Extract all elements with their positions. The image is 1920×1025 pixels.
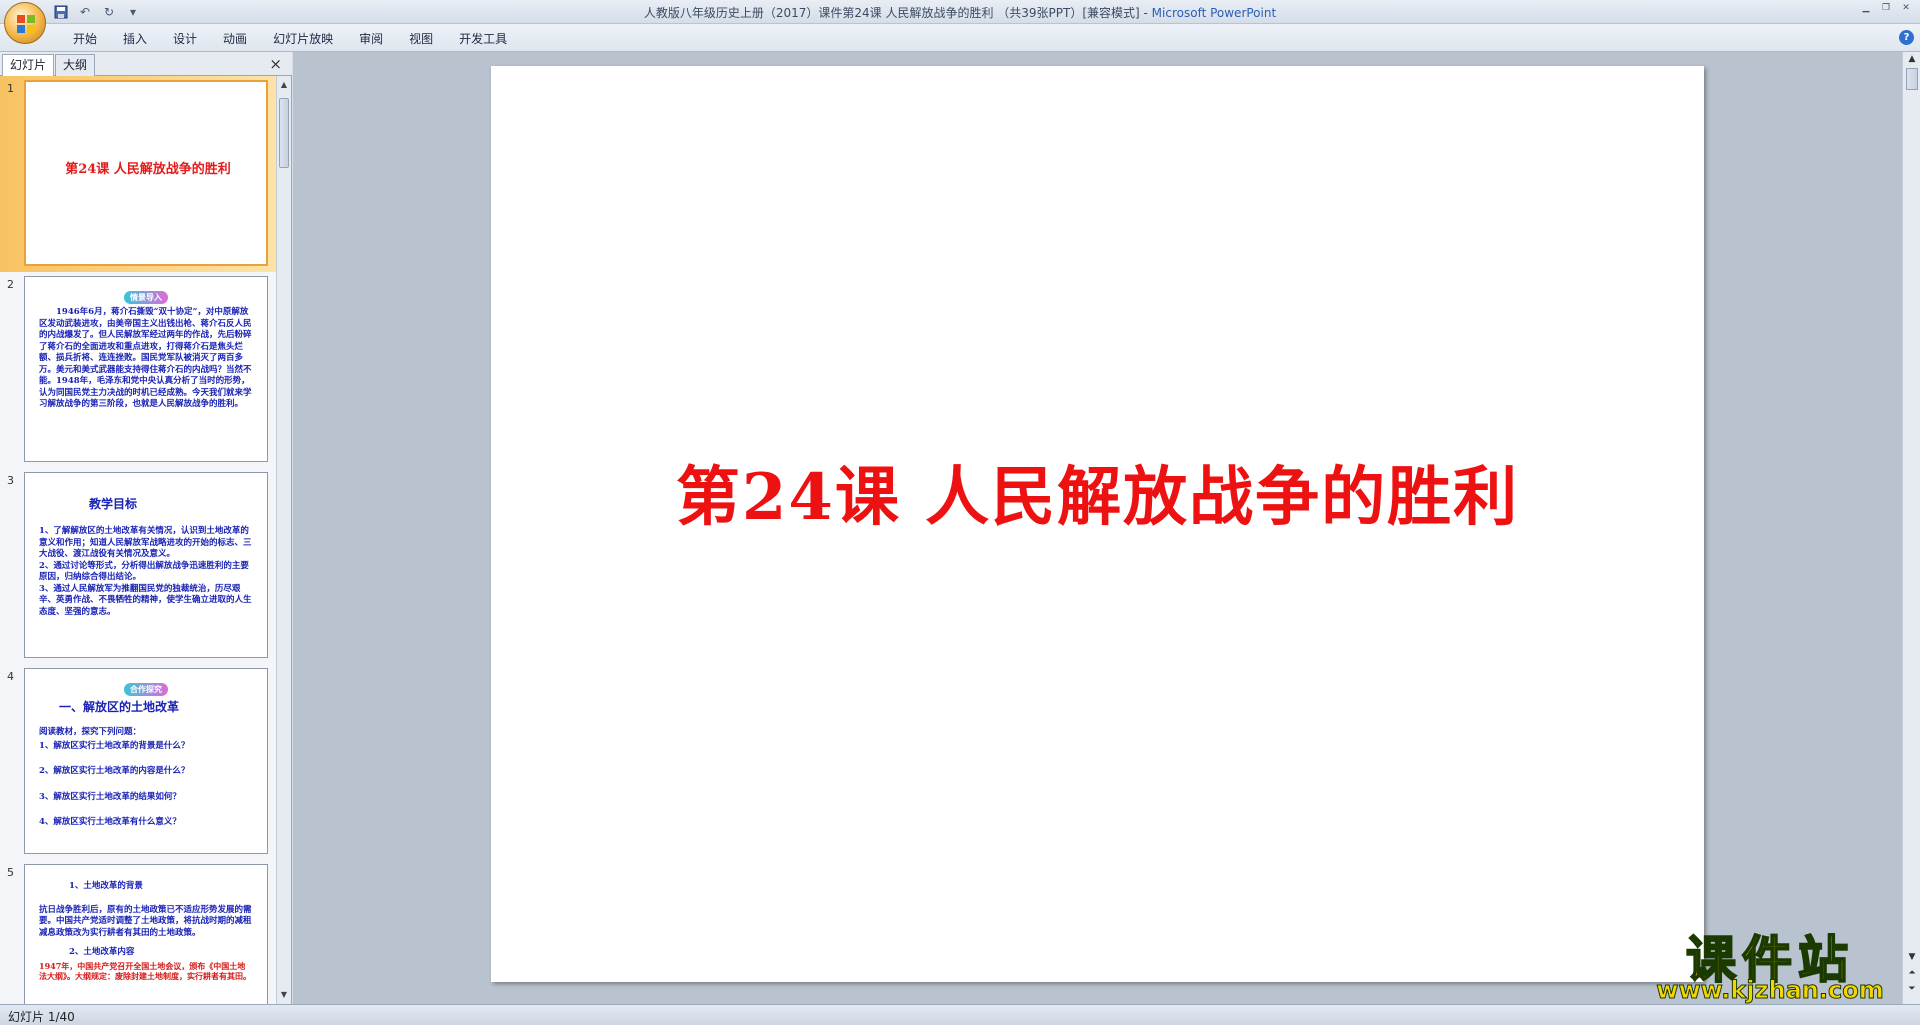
slide-canvas[interactable]: 第24课 人民解放战争的胜利 <box>491 66 1704 982</box>
status-bar: 幻灯片 1/40 <box>0 1004 1920 1025</box>
scrollbar-thumb[interactable] <box>1906 68 1918 90</box>
slides-pane: 幻灯片 大纲 × 1 第24课 人民解放战争的胜利 2 情景导入 1946年6月… <box>0 52 292 1004</box>
thumbnail-subheading: 1、土地改革的背景 <box>69 881 143 891</box>
section-badge: 情景导入 <box>124 291 168 304</box>
tab-design[interactable]: 设计 <box>160 29 210 49</box>
editor-scrollbar[interactable]: ▲ ▼ ⏶ ⏷ <box>1902 52 1920 1004</box>
tab-outline[interactable]: 大纲 <box>55 54 96 76</box>
close-icon[interactable]: ✕ <box>1898 2 1914 14</box>
office-logo-icon <box>17 15 35 33</box>
scroll-down-icon[interactable]: ▼ <box>277 988 291 1002</box>
thumbnail-body: 抗日战争胜利后，原有的土地政策已不适应形势发展的需要。中国共产党适时调整了土地政… <box>39 904 252 938</box>
thumbnail-subheading: 2、土地改革内容 <box>69 947 135 957</box>
scroll-down-icon[interactable]: ▼ <box>1905 952 1919 962</box>
thumbnail-title: 第24课 人民解放战争的胜利 <box>65 162 231 177</box>
tab-view[interactable]: 视图 <box>396 29 446 49</box>
thumbnail-body-red: 1947年，中国共产党召开全国土地会议，颁布《中国土地法大纲》。大纲规定：废除封… <box>39 960 251 982</box>
tab-insert[interactable]: 插入 <box>110 29 160 49</box>
ribbon-tabs: 开始 插入 设计 动画 幻灯片放映 审阅 视图 开发工具 ? <box>0 24 1920 52</box>
thumbnail-heading: 一、解放区的土地改革 <box>59 700 180 714</box>
tab-slides[interactable]: 幻灯片 <box>2 54 55 76</box>
slide-number: 4 <box>7 670 14 683</box>
thumbnail-line: 2、解放区实行土地改革的内容是什么？ <box>39 766 190 776</box>
thumbnail-line: 1、解放区实行土地改革的背景是什么？ <box>39 740 190 751</box>
watermark-url: www.kjzhan.com <box>1656 976 1884 1005</box>
slide-thumbnail-4[interactable]: 4 合作探究 一、解放区的土地改革 阅读教材，探究下列问题： 1、解放区实行土地… <box>0 664 276 860</box>
next-slide-icon[interactable]: ⏷ <box>1905 984 1919 994</box>
restore-icon[interactable]: ❐ <box>1878 2 1894 14</box>
thumbnail-scrollbar[interactable]: ▲ ▼ <box>276 76 291 1004</box>
window-controls: ▁ ❐ ✕ <box>1858 2 1914 14</box>
help-icon[interactable]: ? <box>1899 30 1914 45</box>
thumbnail-body: 1946年6月，蒋介石撕毁“双十协定”，对中原解放区发动武装进攻，由美帝国主义出… <box>39 307 252 409</box>
scroll-up-icon[interactable]: ▲ <box>1905 54 1919 64</box>
thumbnail-canvas[interactable]: 教学目标 1、了解解放区的土地改革有关情况，认识到土地改革的意义和作用；知道人民… <box>24 472 268 658</box>
slide-number: 2 <box>7 278 14 291</box>
thumbnail-canvas[interactable]: 情景导入 1946年6月，蒋介石撕毁“双十协定”，对中原解放区发动武装进攻，由美… <box>24 276 268 462</box>
office-button[interactable] <box>4 2 46 44</box>
document-title: 人教版八年级历史上册（2017）课件第24课 人民解放战争的胜利 （共39张PP… <box>643 6 1152 20</box>
previous-slide-icon[interactable]: ⏶ <box>1905 968 1919 978</box>
slide-thumbnail-5[interactable]: 5 1、土地改革的背景 抗日战争胜利后，原有的土地政策已不适应形势发展的需要。中… <box>0 860 276 1004</box>
scroll-up-icon[interactable]: ▲ <box>277 78 291 92</box>
thumbnail-line: 3、解放区实行土地改革的结果如何？ <box>39 791 181 802</box>
pane-tabs: 幻灯片 大纲 × <box>0 52 292 76</box>
minimize-icon[interactable]: ▁ <box>1858 2 1874 14</box>
section-badge: 合作探究 <box>124 683 168 696</box>
slide-editor: 第24课 人民解放战争的胜利 <box>293 52 1902 1004</box>
slide-thumbnail-3[interactable]: 3 教学目标 1、了解解放区的土地改革有关情况，认识到土地改革的意义和作用；知道… <box>0 468 276 664</box>
thumbnail-heading: 教学目标 <box>89 497 138 511</box>
thumbnail-line: 4、解放区实行土地改革有什么意义？ <box>39 817 181 827</box>
slide-indicator: 幻灯片 1/40 <box>8 1010 75 1024</box>
tab-slideshow[interactable]: 幻灯片放映 <box>260 29 346 49</box>
slide-thumbnail-2[interactable]: 2 情景导入 1946年6月，蒋介石撕毁“双十协定”，对中原解放区发动武装进攻，… <box>0 272 276 468</box>
slide-number: 3 <box>7 474 14 487</box>
thumbnail-line: 阅读教材，探究下列问题： <box>39 727 142 737</box>
app-name: Microsoft PowerPoint <box>1151 6 1277 20</box>
thumbnail-canvas[interactable]: 1、土地改革的背景 抗日战争胜利后，原有的土地政策已不适应形势发展的需要。中国共… <box>24 864 268 1004</box>
tab-developer[interactable]: 开发工具 <box>446 29 520 49</box>
slide-number: 5 <box>7 866 14 879</box>
scrollbar-thumb[interactable] <box>279 98 289 168</box>
window-title: 人教版八年级历史上册（2017）课件第24课 人民解放战争的胜利 （共39张PP… <box>0 4 1920 21</box>
watermark-logo: 课件站 www.kjzhan.com <box>1640 920 1900 1005</box>
slide-title[interactable]: 第24课 人民解放战争的胜利 <box>491 446 1704 538</box>
slide-number: 1 <box>7 82 14 95</box>
thumbnail-body: 1、了解解放区的土地改革有关情况，认识到土地改革的意义和作用；知道人民解放军战略… <box>39 526 252 617</box>
tab-home[interactable]: 开始 <box>60 29 110 49</box>
tab-animations[interactable]: 动画 <box>210 29 260 49</box>
thumbnail-canvas[interactable]: 第24课 人民解放战争的胜利 <box>24 80 268 266</box>
thumbnail-canvas[interactable]: 合作探究 一、解放区的土地改革 阅读教材，探究下列问题： 1、解放区实行土地改革… <box>24 668 268 854</box>
thumbnail-list: 1 第24课 人民解放战争的胜利 2 情景导入 1946年6月，蒋介石撕毁“双十… <box>0 76 276 1004</box>
slide-thumbnail-1[interactable]: 1 第24课 人民解放战争的胜利 <box>0 76 276 272</box>
tab-review[interactable]: 审阅 <box>346 29 396 49</box>
close-pane-icon[interactable]: × <box>269 55 282 73</box>
title-bar: ↶ ↻ ▾ 人教版八年级历史上册（2017）课件第24课 人民解放战争的胜利 （… <box>0 0 1920 24</box>
